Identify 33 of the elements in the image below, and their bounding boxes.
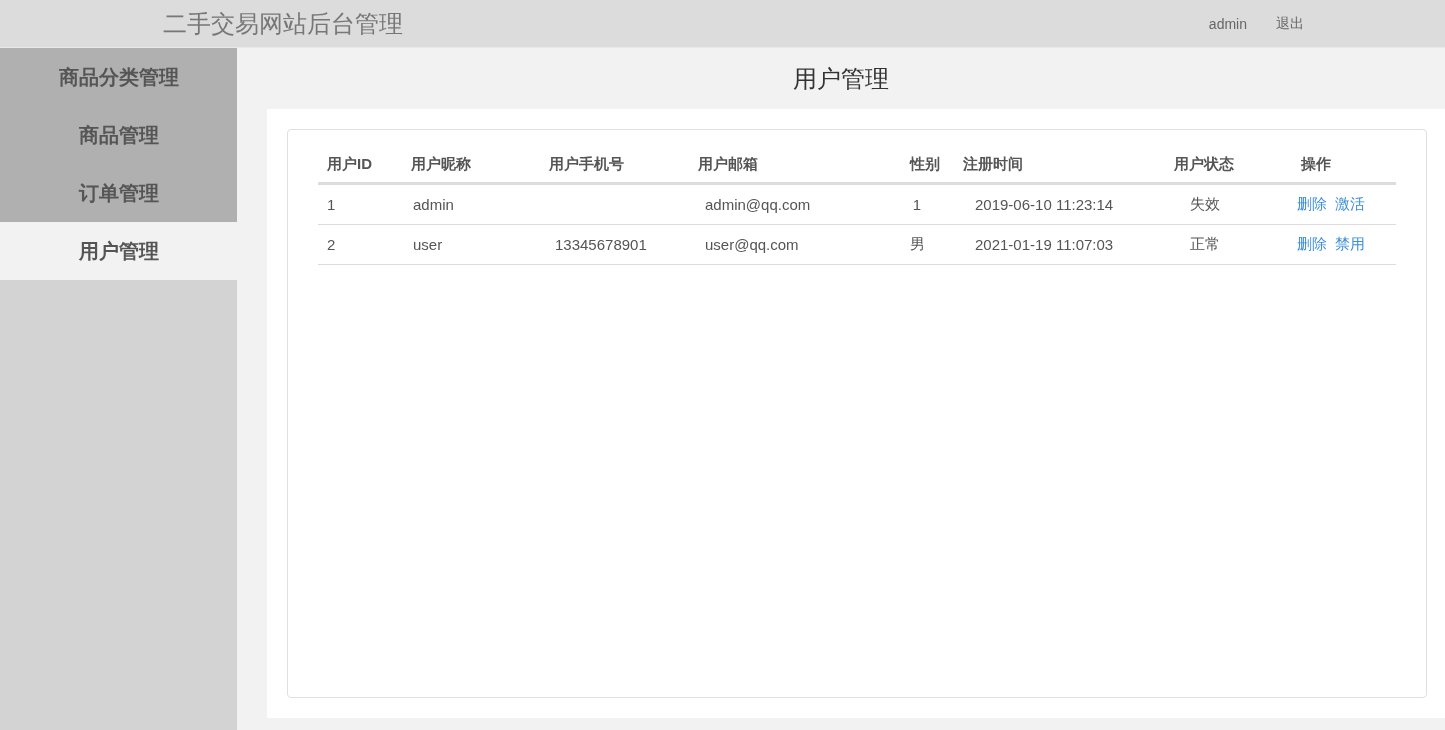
table-cell: 1 xyxy=(912,196,922,213)
table-cell: admin@qq.com xyxy=(705,196,811,213)
action-link[interactable]: 激活 xyxy=(1335,195,1365,212)
table-cell: 失效 xyxy=(1190,195,1220,212)
table-cell: admin xyxy=(413,196,454,213)
page-title: 用户管理 xyxy=(792,63,890,94)
column-header: 用户邮箱 xyxy=(698,154,758,172)
column-header: 用户昵称 xyxy=(411,154,471,172)
column-header: 性别 xyxy=(910,154,940,172)
sidebar-item[interactable]: 商品分类管理 xyxy=(0,48,237,106)
table-cell: 2 xyxy=(327,236,336,253)
action-link[interactable]: 删除 xyxy=(1297,195,1327,212)
table-cell: 男 xyxy=(909,235,925,252)
column-header: 用户ID xyxy=(327,154,372,172)
table-cell: 13345678901 xyxy=(555,236,647,253)
column-header: 注册时间 xyxy=(963,154,1023,172)
table-cell: 1 xyxy=(327,196,336,213)
column-header: 操作 xyxy=(1301,154,1331,172)
table-cell: user@qq.com xyxy=(705,236,799,253)
table-cell: 正常 xyxy=(1190,235,1220,252)
sidebar-item[interactable]: 商品管理 xyxy=(0,106,237,164)
table-cell: 2021-01-19 11:07:03 xyxy=(975,236,1114,253)
column-header: 用户状态 xyxy=(1174,154,1234,172)
sidebar-item[interactable]: 订单管理 xyxy=(0,164,237,222)
table-cell: user xyxy=(413,236,443,253)
column-header: 用户手机号 xyxy=(549,154,624,172)
action-link[interactable]: 删除 xyxy=(1297,235,1327,252)
username-link[interactable]: admin xyxy=(1208,15,1247,32)
table-cell: 2019-06-10 11:23:14 xyxy=(975,196,1114,213)
action-link[interactable]: 禁用 xyxy=(1335,235,1365,252)
site-title: 二手交易网站后台管理 xyxy=(163,8,403,39)
sidebar-item[interactable]: 用户管理 xyxy=(0,222,237,280)
logout-link[interactable]: 退出 xyxy=(1276,14,1304,33)
